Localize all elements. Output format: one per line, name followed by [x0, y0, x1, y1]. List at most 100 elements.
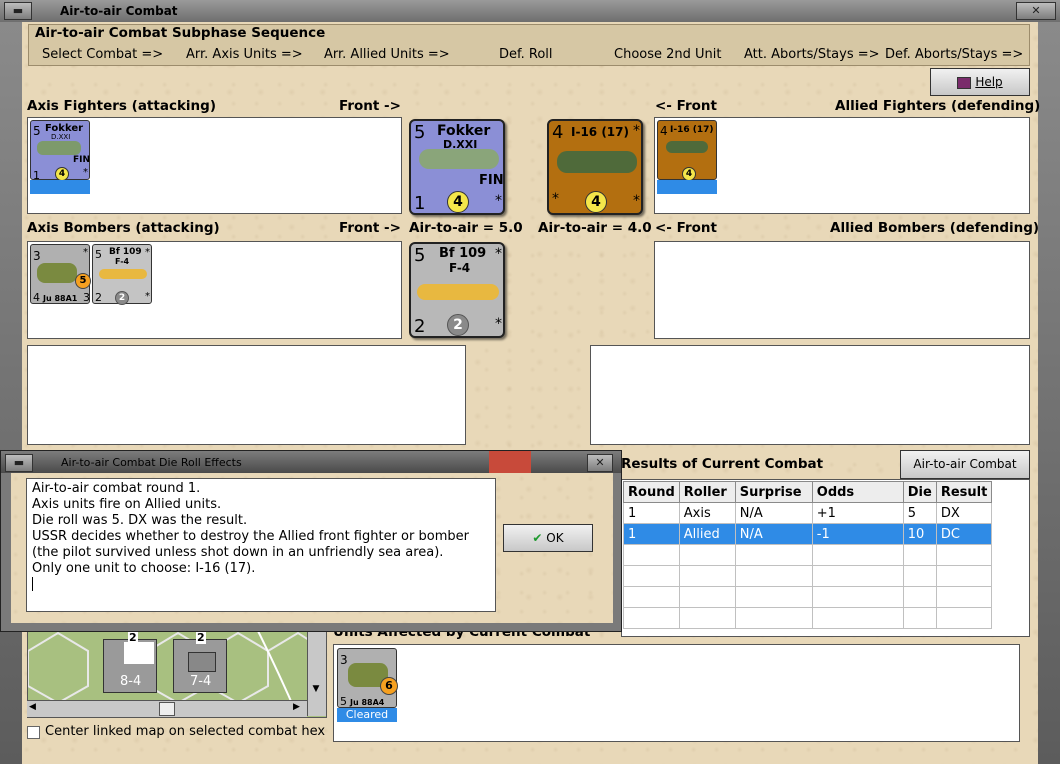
table-row-selected[interactable]: 1 Allied N/A -1 10 DC	[623, 523, 993, 545]
plane-icon	[37, 263, 77, 283]
axis-bombers-box[interactable]: 3 * 5 4 Ju 88A1 3 5 Bf 109 F-4 * 2 2 *	[27, 241, 402, 339]
message-line: Axis units fire on Allied units.	[32, 497, 222, 512]
step-select-combat: Select Combat =>	[42, 47, 164, 62]
right-frame	[1038, 22, 1060, 764]
bf109-counter-small[interactable]: 5 Bf 109 F-4 * 2 2 *	[92, 244, 152, 305]
dialog-menu-button[interactable]: ▬	[5, 454, 33, 472]
unit-stack-count: 2	[196, 631, 206, 644]
plane-icon	[666, 141, 708, 153]
axis-fighters-box[interactable]: 5 Fokker D.XXI FIN 1 4 *	[27, 117, 402, 214]
selection-bar	[30, 180, 90, 194]
counter-air-value: 2	[447, 314, 469, 336]
counter-star: *	[145, 247, 150, 258]
left-frame	[0, 22, 22, 764]
cell-result: DX	[935, 502, 993, 524]
cell-die: 5	[902, 502, 937, 524]
counter-star-left: *	[552, 191, 559, 207]
front-axis-fighter-counter[interactable]: 5 Fokker D.XXI FIN 1 4 *	[409, 119, 505, 215]
cell-round: 1	[623, 502, 680, 524]
map-vscrollbar[interactable]: ▼	[307, 630, 326, 716]
allied-bombers-box[interactable]	[654, 241, 1030, 339]
unit-strength: 8-4	[120, 674, 142, 689]
help-button[interactable]: Help	[930, 68, 1030, 96]
col-die: Die	[902, 481, 937, 503]
dialog-close-icon[interactable]: ✕	[587, 454, 613, 472]
plane-icon	[99, 269, 147, 279]
counter-name: I-16 (17)	[571, 125, 629, 139]
counter-defense: 3	[83, 291, 90, 304]
counter-range: 2	[95, 291, 102, 304]
map-hscrollbar[interactable]: ◀ ▶	[27, 700, 307, 717]
table-row[interactable]: 1 Axis N/A +1 5 DX	[623, 502, 993, 524]
center-map-label: Center linked map on selected combat hex	[45, 724, 326, 739]
counter-star-right: *	[633, 193, 640, 209]
counter-attack: 4	[660, 124, 668, 138]
map-unit-1[interactable]: 8-4	[103, 639, 157, 693]
counter-attack: 3	[33, 249, 41, 263]
book-icon	[957, 76, 972, 89]
front-axis-bomber-counter[interactable]: 5 Bf 109 F-4 * 2 2 *	[409, 242, 505, 338]
counter-name: Bf 109	[109, 247, 142, 257]
infantry-icon	[188, 652, 216, 672]
map-unit-2[interactable]: 7-4	[173, 639, 227, 693]
help-label: Help	[975, 75, 1003, 89]
counter-attack: 5	[95, 248, 102, 261]
cleared-tag: Cleared	[337, 708, 397, 722]
scroll-left-icon[interactable]: ◀	[29, 702, 36, 712]
ju88a4-counter[interactable]: 3 6 5 Ju 88A4	[337, 648, 398, 708]
cell-round: 1	[623, 523, 680, 545]
counter-range: 5	[340, 695, 347, 708]
counter-name: Bf 109	[439, 246, 487, 261]
dialog-message-box[interactable]: Air-to-air combat round 1. Axis units fi…	[26, 478, 496, 612]
allied-reserve-box[interactable]	[590, 345, 1030, 445]
results-table-box: Round Roller Surprise Odds Die Result 1 …	[621, 479, 1030, 637]
counter-sub: F-4	[449, 261, 471, 275]
col-roller: Roller	[678, 481, 736, 503]
table-row-empty	[623, 565, 993, 587]
counter-bomb-value: 5	[75, 273, 91, 289]
counter-star: *	[495, 193, 502, 209]
i16-counter-small[interactable]: 4 I-16 (17) 4	[657, 120, 717, 181]
step-arr-axis: Arr. Axis Units =>	[186, 47, 303, 62]
counter-star-bottom: *	[145, 291, 150, 302]
window-menu-button[interactable]: ▬	[4, 2, 32, 20]
message-line: Die roll was 5. DX was the result.	[32, 513, 248, 528]
sequence-bar: Air-to-air Combat Subphase Sequence Sele…	[28, 24, 1030, 66]
allied-front-label: <- Front	[655, 98, 717, 114]
step-def-roll: Def. Roll	[499, 47, 553, 62]
units-affected-box[interactable]: 3 6 5 Ju 88A4 Cleared	[333, 644, 1020, 742]
plane-icon	[37, 141, 81, 155]
front-allied-fighter-counter[interactable]: 4 I-16 (17) * * 4 *	[547, 119, 643, 215]
counter-range: 2	[414, 316, 426, 337]
allied-fighters-box[interactable]: 4 I-16 (17) 4	[654, 117, 1030, 214]
sequence-title: Air-to-air Combat Subphase Sequence	[35, 25, 326, 41]
counter-air-value: 4	[585, 191, 607, 213]
ju88-counter-small[interactable]: 3 * 5 4 Ju 88A1 3	[30, 244, 91, 304]
text-cursor	[32, 577, 33, 591]
counter-name: Ju 88A1	[43, 294, 78, 303]
axis-reserve-box[interactable]	[27, 345, 466, 445]
die-roll-dialog: ▬ Air-to-air Combat Die Roll Effects ✕ A…	[0, 450, 622, 632]
scroll-down-icon[interactable]: ▼	[310, 684, 322, 696]
results-table: Round Roller Surprise Odds Die Result 1 …	[623, 481, 993, 629]
fokker-counter-small[interactable]: 5 Fokker D.XXI FIN 1 4 *	[30, 120, 90, 182]
center-map-checkbox[interactable]	[27, 726, 40, 739]
step-def-aborts: Def. Aborts/Stays =>	[885, 47, 1024, 62]
dialog-flag-icon	[489, 451, 531, 473]
table-row-empty	[623, 586, 993, 608]
allied-fighters-label: Allied Fighters (defending)	[835, 98, 1041, 114]
counter-star: *	[83, 247, 88, 258]
close-icon[interactable]: ✕	[1016, 2, 1056, 20]
message-line: (the pilot survived unless shot down in …	[32, 545, 444, 560]
cell-odds: +1	[811, 502, 904, 524]
step-choose-2nd: Choose 2nd Unit	[614, 47, 722, 62]
combat-chart-button[interactable]: Air-to-air Combat Chart	[900, 450, 1030, 498]
counter-star-bottom: *	[495, 316, 502, 332]
counter-air-value: 4	[682, 167, 696, 181]
step-att-aborts: Att. Aborts/Stays =>	[744, 47, 880, 62]
scroll-thumb[interactable]	[159, 702, 175, 716]
counter-star: *	[495, 246, 502, 262]
ok-button[interactable]: ✔ OK	[503, 524, 593, 552]
checkmark-icon: ✔	[532, 531, 543, 545]
scroll-right-icon[interactable]: ▶	[293, 702, 300, 712]
